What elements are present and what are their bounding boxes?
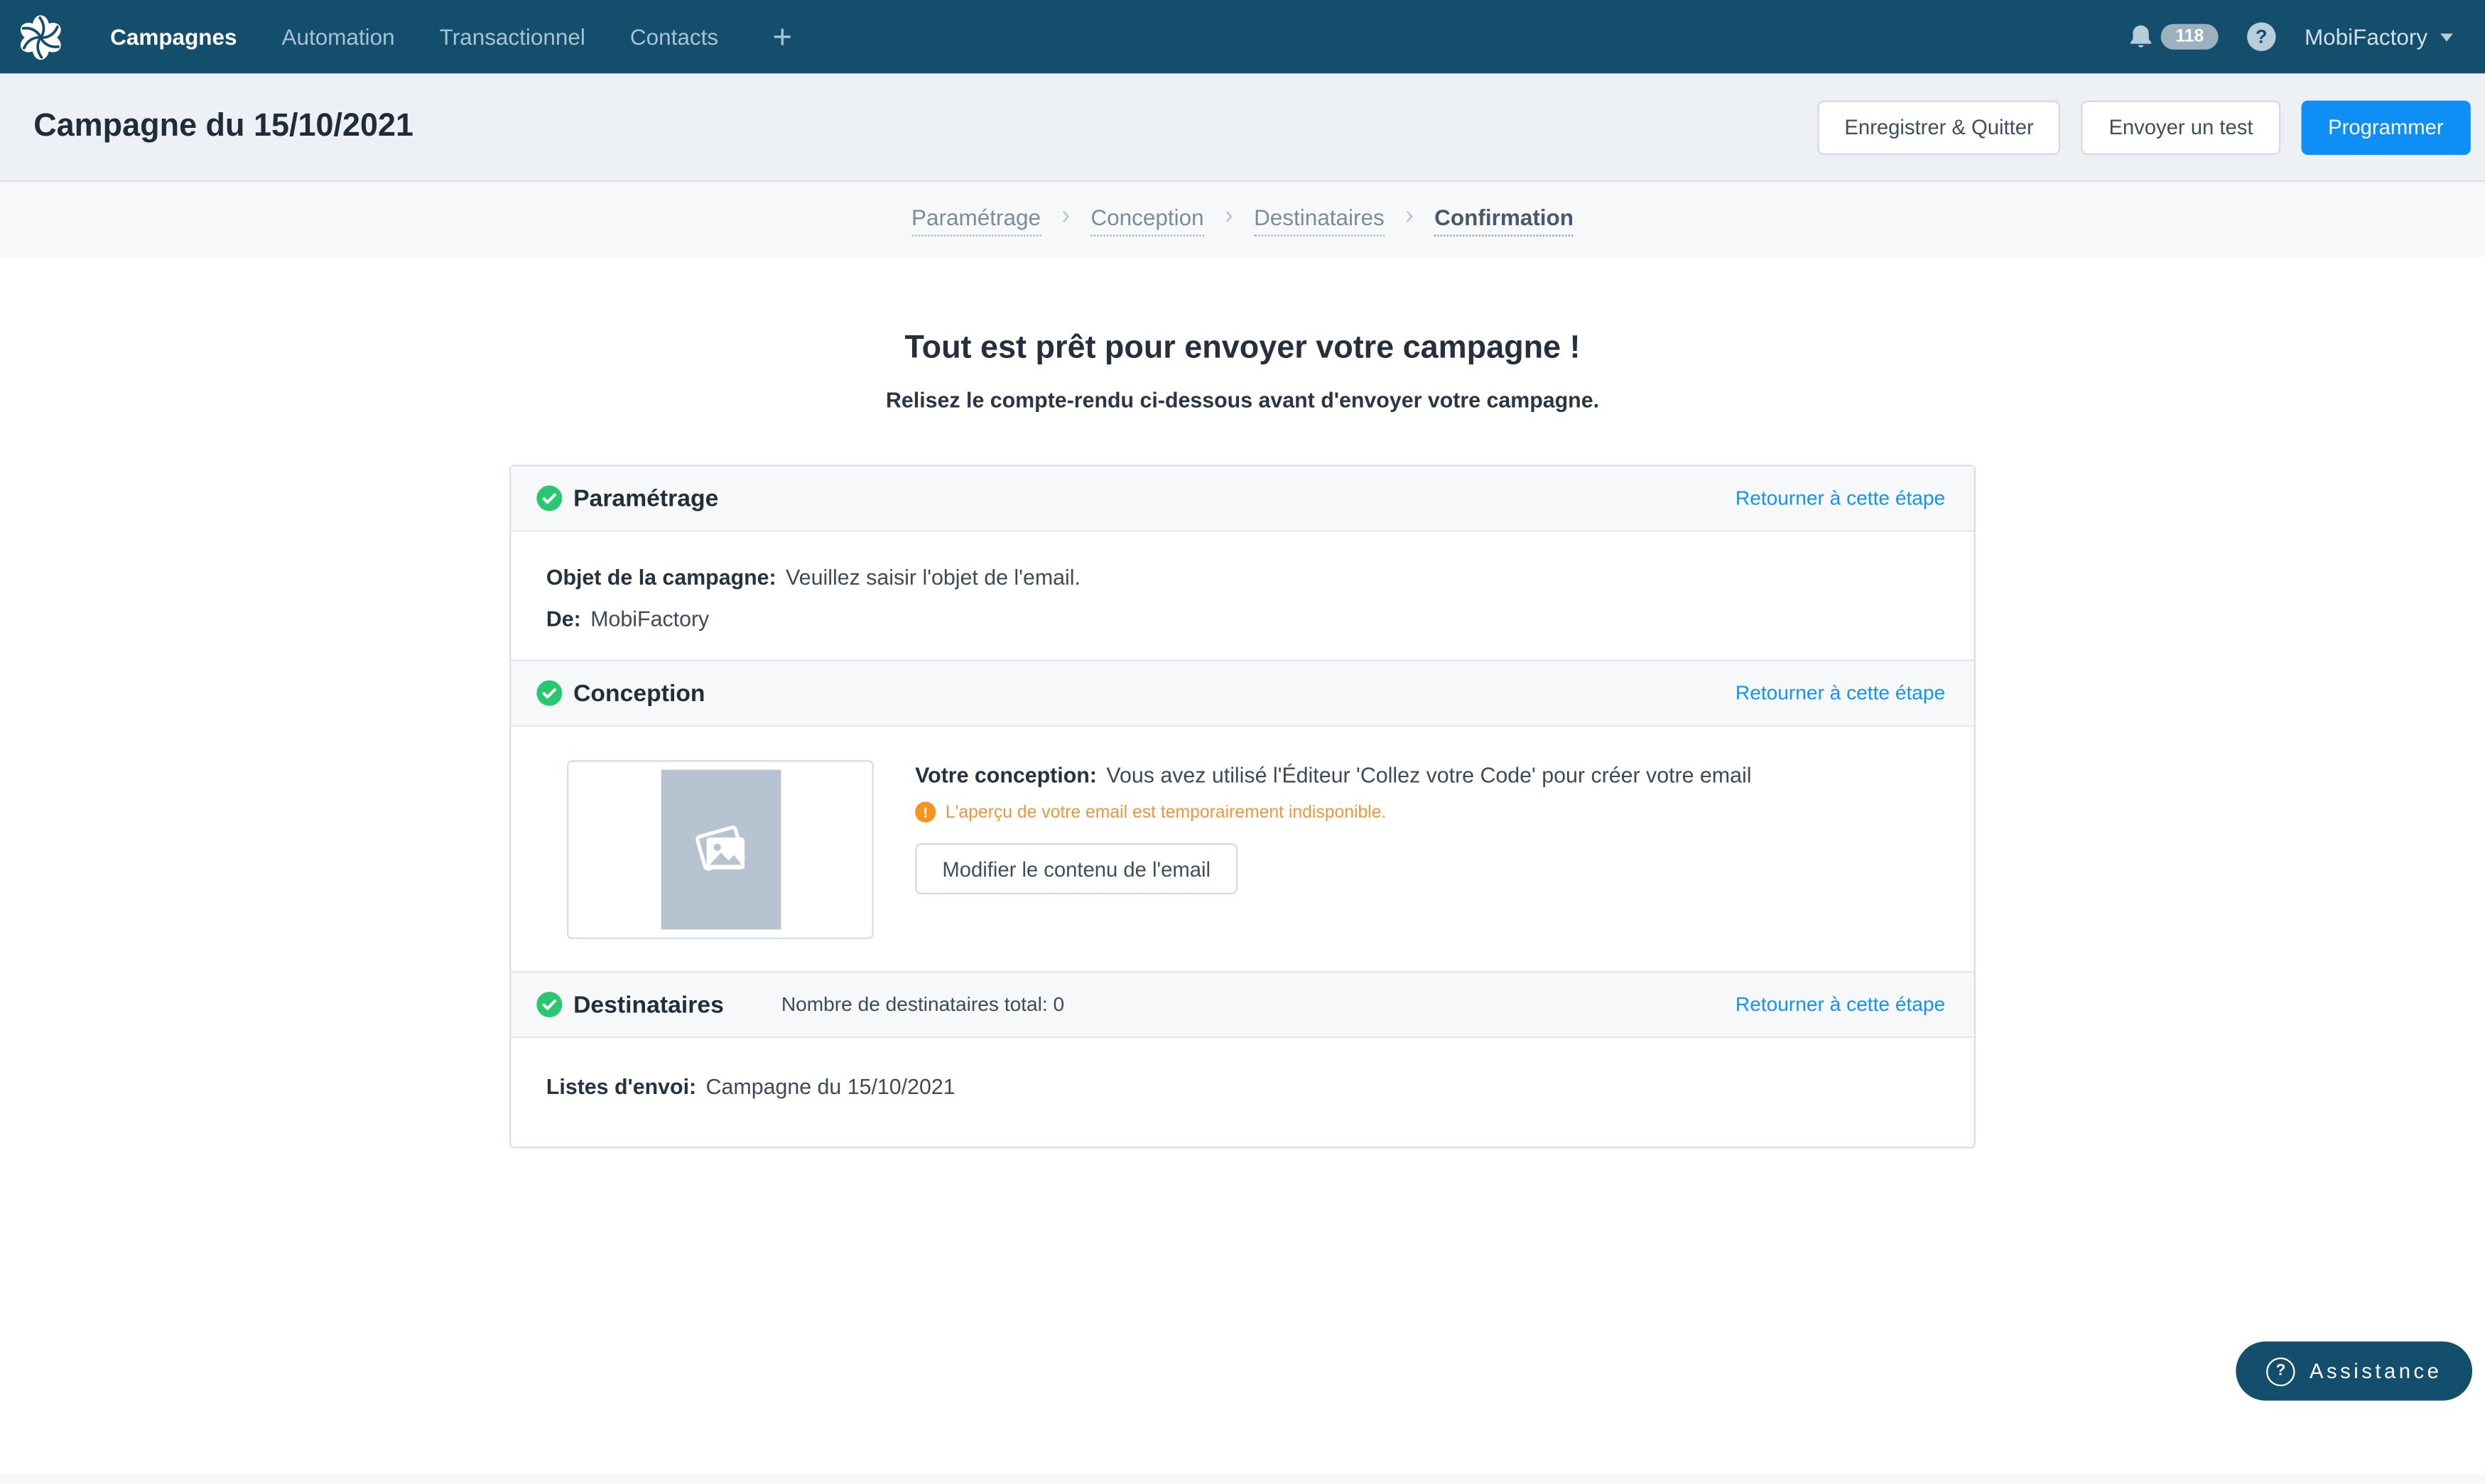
edit-email-content-button[interactable]: Modifier le contenu de l'email [915,843,1238,894]
section-body-destinataires: Listes d'envoi: Campagne du 15/10/2021 [511,1038,1974,1147]
add-menu-icon[interactable]: + [773,20,793,53]
from-label: De: [546,607,581,631]
design-value: Vous avez utilisé l'Éditeur 'Collez votr… [1106,764,1751,788]
help-icon[interactable]: ? [2247,22,2275,50]
bell-icon [2128,22,2155,50]
top-navbar: Campagnes Automation Transactionnel Cont… [0,0,2485,73]
chevron-right-icon: › [1225,205,1233,235]
campaign-from-row: De: MobiFactory [546,607,1939,631]
header-actions: Enregistrer & Quitter Envoyer un test Pr… [1817,100,2471,154]
sendinblue-logo-icon[interactable] [16,12,65,62]
subject-value: Veuillez saisir l'objet de l'email. [786,565,1081,590]
send-lists-row: Listes d'envoi: Campagne du 15/10/2021 [546,1075,1939,1099]
summary-card: Paramétrage Retourner à cette étape Obje… [509,465,1976,1148]
preview-warning: ! L'aperçu de votre email est temporaire… [915,802,1751,823]
email-preview-thumbnail [567,760,874,939]
page-header: Campagne du 15/10/2021 Enregistrer & Qui… [0,73,2485,182]
save-quit-button[interactable]: Enregistrer & Quitter [1817,100,2061,154]
send-test-button[interactable]: Envoyer un test [2081,100,2280,154]
nav-item-campagnes[interactable]: Campagnes [110,24,237,50]
notification-count-badge: 118 [2161,24,2218,50]
preview-placeholder [661,770,781,930]
assistance-label: Assistance [2310,1359,2442,1383]
from-value: MobiFactory [590,607,709,631]
main-nav: Campagnes Automation Transactionnel Cont… [110,20,792,53]
step-conception[interactable]: Conception [1090,204,1203,236]
schedule-button[interactable]: Programmer [2301,100,2471,154]
nav-item-automation[interactable]: Automation [281,24,394,50]
section-title: Paramétrage [573,484,718,511]
check-circle-icon [536,485,562,511]
return-step-link[interactable]: Retourner à cette étape [1736,487,1945,509]
image-placeholder-icon [687,819,754,879]
page-bottom-strip [0,1474,2485,1483]
section-title: Destinataires [573,991,724,1018]
warning-icon: ! [915,802,936,823]
campaign-subject-row: Objet de la campagne: Veuillez saisir l'o… [546,565,1939,590]
main-content: Tout est prêt pour envoyer votre campagn… [0,330,2485,1148]
return-step-link[interactable]: Retourner à cette étape [1736,682,1945,704]
recipients-count: Nombre de destinataires total: 0 [781,993,1064,1015]
account-name: MobiFactory [2305,24,2427,50]
section-header-conception: Conception Retourner à cette étape [511,659,1974,726]
send-lists-label: Listes d'envoi: [546,1075,696,1099]
section-body-parametrage: Objet de la campagne: Veuillez saisir l'o… [511,532,1974,660]
step-parametrage[interactable]: Paramétrage [911,204,1041,236]
notifications-button[interactable]: 118 [2128,22,2219,50]
chevron-right-icon: › [1405,205,1414,235]
confirmation-subheading: Relisez le compte-rendu ci-dessous avant… [0,388,2485,412]
section-body-conception: Votre conception: Vous avez utilisé l'Édi… [511,727,1974,971]
subject-label: Objet de la campagne: [546,565,776,590]
step-destinataires[interactable]: Destinataires [1254,204,1385,236]
chevron-right-icon: › [1061,205,1070,235]
nav-item-transactionnel[interactable]: Transactionnel [440,24,585,50]
section-header-destinataires: Destinataires Nombre de destinataires to… [511,971,1974,1038]
warning-text: L'aperçu de votre email est temporaireme… [946,803,1387,822]
section-header-parametrage: Paramétrage Retourner à cette étape [511,466,1974,531]
page-title: Campagne du 15/10/2021 [33,109,413,146]
check-circle-icon [536,681,562,706]
send-lists-value: Campagne du 15/10/2021 [706,1075,955,1099]
account-menu[interactable]: MobiFactory [2305,24,2453,50]
app-window: Campagnes Automation Transactionnel Cont… [0,0,2485,1483]
chevron-down-icon [2440,33,2453,40]
assistance-button[interactable]: ? Assistance [2236,1341,2472,1400]
help-circle-icon: ? [2266,1357,2295,1385]
design-summary-row: Votre conception: Vous avez utilisé l'Édi… [915,764,1751,788]
check-circle-icon [536,992,562,1017]
step-confirmation[interactable]: Confirmation [1434,204,1574,236]
return-step-link[interactable]: Retourner à cette étape [1736,993,1945,1015]
step-breadcrumb: Paramétrage › Conception › Destinataires… [0,182,2485,257]
design-label: Votre conception: [915,764,1097,788]
confirmation-heading: Tout est prêt pour envoyer votre campagn… [0,330,2485,367]
conception-details: Votre conception: Vous avez utilisé l'Édi… [915,760,1751,939]
section-title: Conception [573,680,705,707]
nav-item-contacts[interactable]: Contacts [630,24,718,50]
navbar-right: 118 ? MobiFactory [2128,22,2453,50]
